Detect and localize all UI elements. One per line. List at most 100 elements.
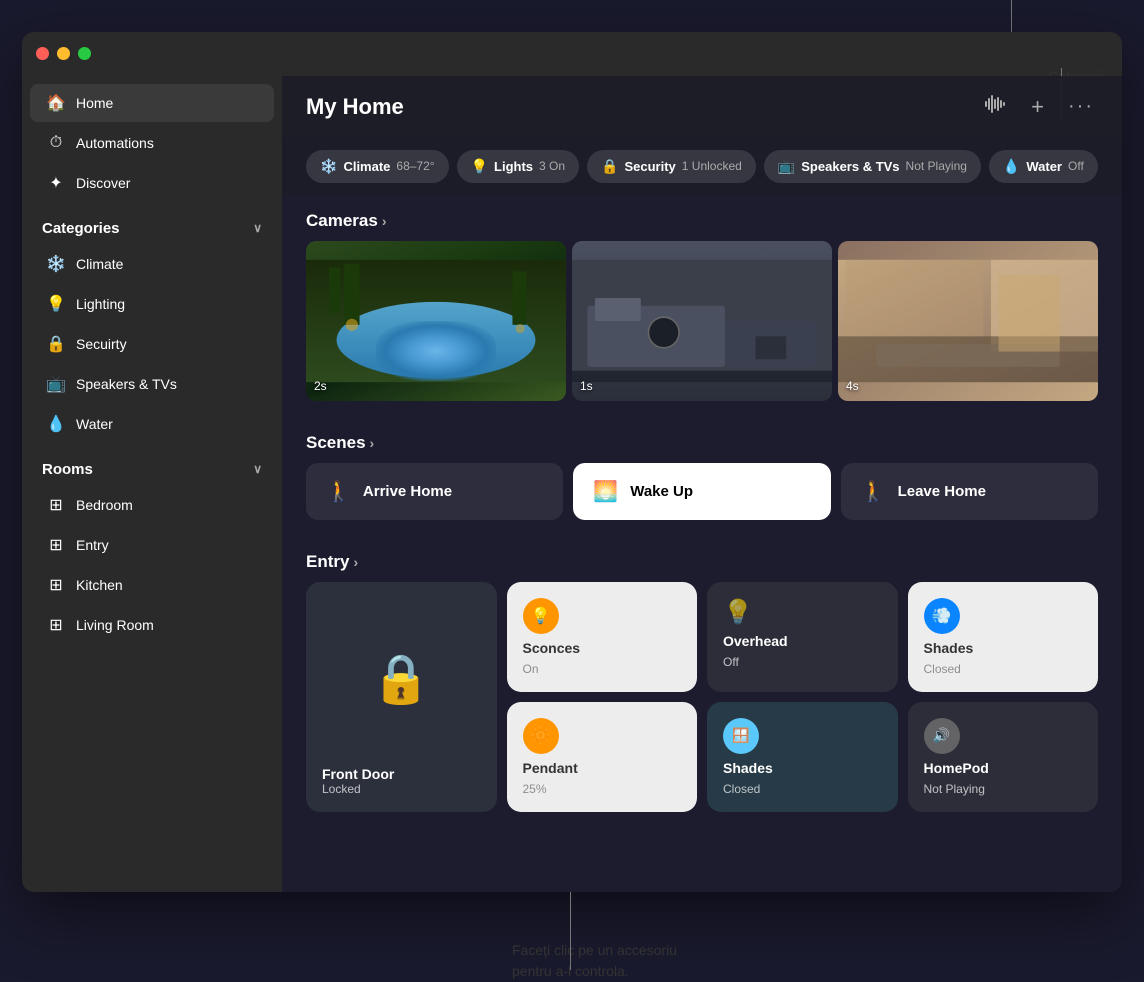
entry-section-header[interactable]: Entry ›: [282, 536, 1122, 582]
device-sconces[interactable]: 💡 Sconces On: [507, 582, 698, 692]
device-overhead[interactable]: 💡 Overhead Off: [707, 582, 898, 692]
cam2-visual: [572, 241, 832, 401]
bottom-annotation: Faceți clic pe un accesoriu pentru a-l c…: [512, 940, 677, 982]
sidebar-item-living-room-label: Living Room: [76, 617, 154, 633]
sidebar-item-speakers[interactable]: 📺 Speakers & TVs: [30, 365, 274, 403]
pill-lights[interactable]: 💡 Lights 3 On: [457, 150, 579, 183]
cameras-grid: 2s: [282, 241, 1122, 417]
front-door-state: Locked: [322, 782, 481, 796]
pill-water-icon: 💧: [1003, 158, 1020, 175]
entry-grid: 🔒 Front Door Locked 💡: [282, 582, 1122, 836]
pill-security[interactable]: 🔒 Security 1 Unlocked: [587, 150, 756, 183]
pill-security-icon: 🔒: [601, 158, 618, 175]
living-room-icon: ⊞: [46, 615, 66, 635]
pendant-state: 25%: [523, 782, 682, 796]
cam3-visual: [838, 241, 1098, 401]
rooms-section-header[interactable]: Rooms ∨: [22, 445, 282, 484]
scene-wake-up[interactable]: 🌅 Wake Up: [573, 463, 830, 520]
app-window: 🏠 Home ⏱ Automations ✦ Discover Categori…: [22, 32, 1122, 892]
pill-climate[interactable]: ❄️ Climate 68–72°: [306, 150, 449, 183]
pill-security-label: Security: [624, 159, 675, 174]
sidebar-item-automations-label: Automations: [76, 135, 154, 151]
scene-leave-home[interactable]: 🚶 Leave Home: [841, 463, 1098, 520]
rooms-list: ⊞ Bedroom ⊞ Entry ⊞ Kitchen ⊞ Living Roo…: [22, 486, 282, 644]
page-title: My Home: [306, 94, 404, 120]
sidebar-item-kitchen[interactable]: ⊞ Kitchen: [30, 566, 274, 604]
categories-label: Categories: [42, 220, 120, 237]
scenes-section-header[interactable]: Scenes ›: [282, 417, 1122, 463]
camera-3[interactable]: 4s: [838, 241, 1098, 401]
sidebar-item-discover[interactable]: ✦ Discover: [30, 164, 274, 202]
header-actions: + ···: [981, 90, 1098, 124]
kitchen-icon: ⊞: [46, 575, 66, 595]
categories-section-header[interactable]: Categories ∨: [22, 204, 282, 243]
ceiling-fan-icon: 💨: [924, 598, 960, 634]
sidebar-item-climate-label: Climate: [76, 256, 123, 272]
overhead-name: Overhead: [723, 633, 882, 649]
sidebar-item-discover-label: Discover: [76, 175, 130, 191]
pill-climate-label: Climate: [343, 159, 390, 174]
sconces-icon-wrap: 💡: [523, 598, 682, 634]
cameras-section-label: Cameras: [306, 211, 378, 231]
sconces-icon: 💡: [523, 598, 559, 634]
minimize-button[interactable]: [57, 47, 70, 60]
homepod-state: Not Playing: [924, 782, 1083, 796]
sidebar-item-bedroom-label: Bedroom: [76, 497, 133, 513]
pill-water-value: Off: [1068, 159, 1084, 173]
sidebar-item-speakers-label: Speakers & TVs: [76, 376, 177, 392]
speakers-icon: 📺: [46, 374, 66, 394]
scenes-chevron: ›: [370, 435, 375, 451]
homepod-icon: 🔊: [924, 718, 960, 754]
sidebar-item-lighting[interactable]: 💡 Lighting: [30, 285, 274, 323]
arrive-home-icon: 🚶: [326, 479, 351, 504]
homepod-name: HomePod: [924, 760, 1083, 776]
sidebar-item-living-room[interactable]: ⊞ Living Room: [30, 606, 274, 644]
ceiling-fan-icon-wrap: 💨: [924, 598, 1083, 634]
pill-water-label: Water: [1026, 159, 1062, 174]
device-front-door[interactable]: 🔒 Front Door Locked: [306, 582, 497, 812]
automations-icon: ⏱: [46, 133, 66, 153]
pill-speakers-icon: 📺: [778, 158, 795, 175]
sidebar-item-security[interactable]: 🔒 Secuirty: [30, 325, 274, 363]
pendant-name: Pendant: [523, 760, 682, 776]
sidebar-item-security-label: Secuirty: [76, 336, 127, 352]
pill-speakers[interactable]: 📺 Speakers & TVs Not Playing: [764, 150, 981, 183]
camera-1[interactable]: 2s: [306, 241, 566, 401]
rooms-chevron: ∨: [253, 462, 262, 476]
sidebar-item-automations[interactable]: ⏱ Automations: [30, 124, 274, 162]
ceiling-fan-state: Closed: [924, 662, 1083, 676]
pill-lights-value: 3 On: [539, 159, 565, 173]
sidebar: 🏠 Home ⏱ Automations ✦ Discover Categori…: [22, 76, 282, 892]
main-content: My Home: [282, 76, 1122, 892]
device-pendant[interactable]: 🔆 Pendant 25%: [507, 702, 698, 812]
front-door-name: Front Door: [322, 766, 481, 782]
category-pills: ❄️ Climate 68–72° 💡 Lights 3 On 🔒 Securi…: [282, 138, 1122, 195]
sidebar-item-climate[interactable]: ❄️ Climate: [30, 245, 274, 283]
sidebar-item-entry[interactable]: ⊞ Entry: [30, 526, 274, 564]
waveform-button[interactable]: [981, 91, 1011, 122]
entry-section-label: Entry: [306, 552, 349, 572]
bedroom-icon: ⊞: [46, 495, 66, 515]
add-button[interactable]: +: [1027, 90, 1048, 124]
pendant-icon: 🔆: [523, 718, 559, 754]
device-ceiling-fan[interactable]: 💨 Shades Closed: [908, 582, 1099, 692]
device-shades[interactable]: 🪟 Shades Closed: [707, 702, 898, 812]
camera-2[interactable]: 1s: [572, 241, 832, 401]
cameras-section-header[interactable]: Cameras ›: [282, 195, 1122, 241]
sidebar-item-home[interactable]: 🏠 Home: [30, 84, 274, 122]
pill-lights-label: Lights: [494, 159, 533, 174]
close-button[interactable]: [36, 47, 49, 60]
overhead-icon-wrap: 💡: [723, 598, 882, 627]
scene-arrive-home[interactable]: 🚶 Arrive Home: [306, 463, 563, 520]
more-button[interactable]: ···: [1064, 91, 1098, 122]
categories-chevron: ∨: [253, 221, 262, 235]
maximize-button[interactable]: [78, 47, 91, 60]
pendant-icon-wrap: 🔆: [523, 718, 682, 754]
pill-water[interactable]: 💧 Water Off: [989, 150, 1098, 183]
sidebar-item-bedroom[interactable]: ⊞ Bedroom: [30, 486, 274, 524]
annotation-line-top: [1011, 0, 1012, 32]
sconces-state: On: [523, 662, 682, 676]
sidebar-item-lighting-label: Lighting: [76, 296, 125, 312]
device-homepod[interactable]: 🔊 HomePod Not Playing: [908, 702, 1099, 812]
sidebar-item-water[interactable]: 💧 Water: [30, 405, 274, 443]
